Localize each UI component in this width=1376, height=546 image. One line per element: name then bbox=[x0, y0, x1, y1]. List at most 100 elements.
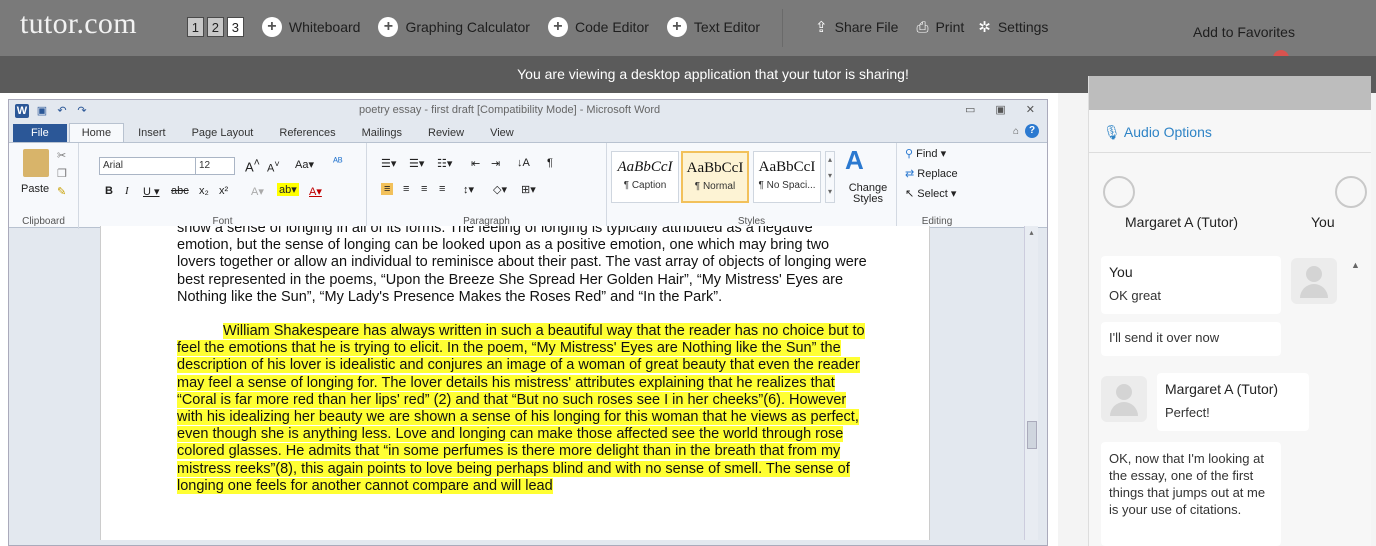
find-button[interactable]: ⚲ Find ▾ bbox=[905, 147, 946, 160]
plus-icon: + bbox=[378, 17, 399, 37]
select-button[interactable]: ↖ Select ▾ bbox=[905, 187, 956, 200]
scrollbar-thumb[interactable] bbox=[1027, 421, 1037, 449]
cut-icon[interactable]: ✂ bbox=[57, 149, 66, 162]
styles-scroll-icon[interactable]: ▴ ▾ ▾ bbox=[825, 151, 835, 203]
clear-formatting-icon[interactable]: ᴬᴮ bbox=[333, 156, 343, 168]
replace-button[interactable]: ⇄ Replace bbox=[905, 167, 958, 180]
gear-icon: ✲ bbox=[978, 19, 991, 36]
page-2-button[interactable]: 2 bbox=[206, 17, 224, 37]
scroll-up-icon[interactable]: ▴ bbox=[1025, 228, 1038, 237]
minimize-icon[interactable]: ▭ bbox=[965, 103, 975, 116]
change-case-icon[interactable]: Aa▾ bbox=[295, 158, 314, 171]
redo-icon[interactable]: ↷ bbox=[75, 104, 89, 118]
text-effects-icon[interactable]: A▾ bbox=[251, 185, 264, 198]
tab-references[interactable]: References bbox=[267, 124, 347, 142]
save-icon[interactable]: ▣ bbox=[35, 104, 49, 118]
increase-indent-icon[interactable]: ⇥ bbox=[491, 157, 500, 170]
participant-tutor: Margaret A (Tutor) bbox=[1125, 214, 1239, 230]
style-normal[interactable]: AaBbCcI ¶ Normal bbox=[681, 151, 749, 203]
chat-header bbox=[1089, 76, 1371, 110]
find-label: Find bbox=[916, 148, 938, 160]
align-left-icon[interactable]: ≡ bbox=[381, 183, 394, 195]
style-no-spacing-name: ¶ No Spaci... bbox=[758, 180, 816, 191]
add-to-favorites-button[interactable]: Add to Favorites bbox=[1193, 24, 1295, 40]
word-logo-icon: W bbox=[15, 104, 29, 118]
change-styles-icon[interactable]: A bbox=[845, 145, 864, 176]
whiteboard-label: Whiteboard bbox=[288, 19, 361, 35]
message-text: I'll send it over now bbox=[1109, 330, 1220, 345]
tab-view[interactable]: View bbox=[478, 124, 526, 142]
shading-icon[interactable]: ◇▾ bbox=[493, 183, 507, 196]
graphing-calculator-button[interactable]: + Graphing Calculator bbox=[378, 17, 530, 37]
undo-icon[interactable]: ↶ bbox=[55, 104, 69, 118]
multilevel-list-icon[interactable]: ☷▾ bbox=[437, 157, 452, 170]
font-color-icon[interactable]: A▾ bbox=[309, 185, 322, 198]
page-1-button[interactable]: 1 bbox=[186, 17, 204, 37]
bullets-icon[interactable]: ☰▾ bbox=[381, 157, 396, 170]
print-label: Print bbox=[935, 19, 965, 35]
copy-icon[interactable]: ❐ bbox=[57, 167, 67, 180]
align-center-icon[interactable]: ≡ bbox=[403, 183, 409, 195]
settings-label: Settings bbox=[997, 19, 1049, 35]
tab-page-layout[interactable]: Page Layout bbox=[180, 124, 266, 142]
align-right-icon[interactable]: ≡ bbox=[421, 183, 427, 195]
style-caption-name: ¶ Caption bbox=[623, 180, 667, 191]
style-no-spacing[interactable]: AaBbCcI ¶ No Spaci... bbox=[753, 151, 821, 203]
line-spacing-icon[interactable]: ↕▾ bbox=[463, 183, 474, 196]
justify-icon[interactable]: ≡ bbox=[439, 183, 445, 195]
highlight-icon[interactable]: ab▾ bbox=[277, 183, 299, 196]
font-size-box[interactable]: 12 bbox=[195, 157, 235, 175]
word-title-bar: W ▣ ↶ ↷ poetry essay - first draft [Comp… bbox=[9, 100, 1047, 122]
style-caption[interactable]: AaBbCcI ¶ Caption bbox=[611, 151, 679, 203]
message-sender: Margaret A (Tutor) bbox=[1165, 381, 1279, 397]
document-scrollbar[interactable]: ▴ bbox=[1024, 226, 1038, 540]
font-name-box[interactable]: Arial bbox=[99, 157, 203, 175]
text-editor-label: Text Editor bbox=[693, 19, 761, 35]
help-icon[interactable]: ? bbox=[1025, 124, 1039, 138]
paste-button[interactable]: Paste bbox=[21, 183, 49, 195]
tab-file[interactable]: File bbox=[13, 124, 67, 142]
format-painter-icon[interactable]: ✎ bbox=[57, 185, 66, 198]
italic-icon[interactable]: I bbox=[125, 185, 129, 197]
decrease-indent-icon[interactable]: ⇤ bbox=[471, 157, 480, 170]
paragraph-2: William Shakespeare has always written i… bbox=[177, 323, 867, 495]
strikethrough-icon[interactable]: abc bbox=[171, 185, 189, 197]
share-file-button[interactable]: ⇪ Share File bbox=[815, 18, 898, 36]
tutor-avatar bbox=[1103, 176, 1135, 208]
show-formatting-icon[interactable]: ¶ bbox=[547, 157, 553, 169]
text-editor-button[interactable]: + Text Editor bbox=[666, 17, 761, 37]
change-styles-button[interactable]: Change Styles bbox=[843, 183, 893, 205]
paste-icon[interactable] bbox=[23, 149, 49, 177]
numbering-icon[interactable]: ☰▾ bbox=[409, 157, 424, 170]
tab-mailings[interactable]: Mailings bbox=[350, 124, 414, 142]
document-body: show a sense of longing in all of its fo… bbox=[177, 226, 867, 512]
code-editor-button[interactable]: + Code Editor bbox=[547, 17, 649, 37]
maximize-icon[interactable]: ▣ bbox=[995, 103, 1005, 116]
student-avatar bbox=[1335, 176, 1367, 208]
close-icon[interactable]: ✕ bbox=[1026, 103, 1035, 116]
tab-review[interactable]: Review bbox=[416, 124, 476, 142]
settings-button[interactable]: ✲ Settings bbox=[978, 18, 1048, 36]
shrink-font-icon[interactable]: A˅ bbox=[267, 159, 280, 175]
user-avatar bbox=[1291, 258, 1337, 304]
page-3-button[interactable]: 3 bbox=[226, 17, 244, 37]
tab-home[interactable]: Home bbox=[68, 123, 125, 142]
tab-insert[interactable]: Insert bbox=[126, 124, 178, 142]
borders-icon[interactable]: ⊞▾ bbox=[521, 183, 536, 196]
grow-font-icon[interactable]: A˄ bbox=[245, 157, 260, 174]
tutor-message-avatar bbox=[1101, 376, 1147, 422]
sort-icon[interactable]: ↓A bbox=[517, 157, 530, 169]
collapse-ribbon-icon[interactable]: ⌂ bbox=[1013, 126, 1019, 137]
audio-options-link[interactable]: 🎙 Audio Options bbox=[1103, 124, 1212, 141]
document-page[interactable]: show a sense of longing in all of its fo… bbox=[100, 226, 930, 540]
share-icon: ⇪ bbox=[815, 19, 828, 36]
underline-icon[interactable]: U ▾ bbox=[143, 185, 160, 198]
chat-message: You OK great bbox=[1101, 256, 1281, 314]
print-button[interactable]: ⎙ Print bbox=[916, 19, 964, 36]
whiteboard-button[interactable]: + Whiteboard bbox=[261, 17, 361, 37]
style-no-spacing-sample: AaBbCcI bbox=[758, 159, 816, 175]
bold-icon[interactable]: B bbox=[105, 185, 113, 197]
subscript-icon[interactable]: x₂ bbox=[199, 185, 209, 197]
superscript-icon[interactable]: x² bbox=[219, 185, 228, 197]
scroll-up-icon[interactable]: ▲ bbox=[1351, 260, 1360, 270]
